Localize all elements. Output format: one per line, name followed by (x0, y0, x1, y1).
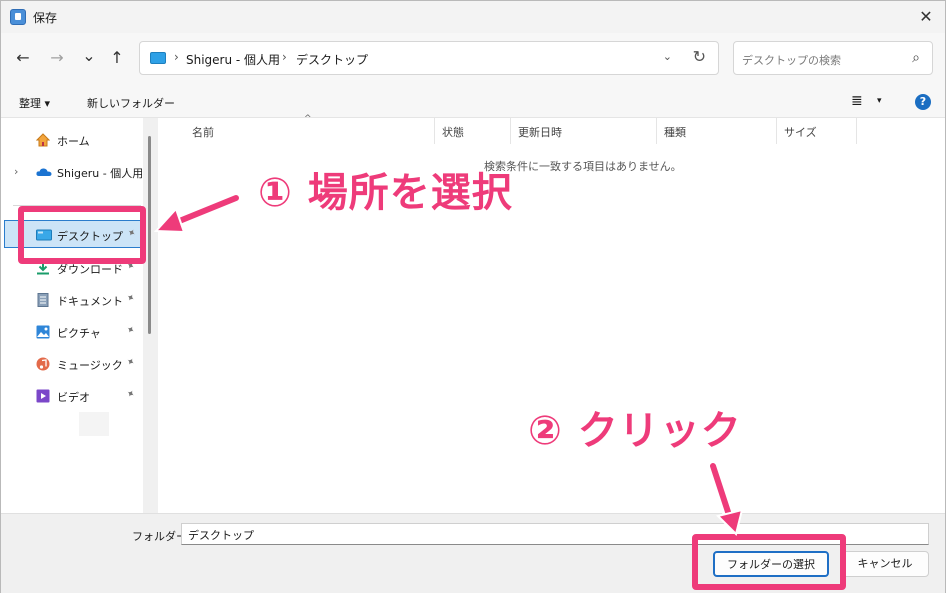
back-arrow-icon[interactable]: ← (13, 47, 33, 69)
address-bar[interactable]: › Shigeru - 個人用 › デスクトップ ⌄ ↻ (139, 41, 719, 75)
sidebar-item-label: ホーム (57, 135, 90, 148)
command-bar: 整理 ▾ 新しいフォルダー ≣ ▾ ? (1, 85, 945, 118)
view-options-icon[interactable]: ≣ (851, 93, 863, 109)
sidebar-item-documents[interactable]: ドキュメント ✦ (1, 286, 143, 314)
music-icon (36, 357, 50, 371)
document-icon (36, 293, 50, 307)
pictures-icon (36, 325, 50, 339)
column-divider[interactable] (510, 118, 511, 144)
sidebar-item-label: ミュージック (57, 359, 123, 372)
sidebar-item-home[interactable]: ホーム (1, 126, 143, 154)
sidebar-item-onedrive[interactable]: › Shigeru - 個人用 (1, 158, 143, 186)
breadcrumb-item-onedrive[interactable]: Shigeru - 個人用 (186, 51, 280, 68)
highlight-box-desktop (18, 206, 146, 264)
save-dialog: 保存 ✕ ← → ⌄ ↑ › Shigeru - 個人用 › デスクトップ ⌄ … (0, 0, 946, 593)
home-icon (35, 133, 51, 147)
column-header-status[interactable]: 状態 (442, 124, 464, 140)
search-icon[interactable]: ⌕ (912, 50, 920, 66)
empty-folder-message: 検索条件に一致する項目はありません。 (484, 160, 682, 173)
view-dropdown-icon[interactable]: ▾ (877, 96, 882, 106)
recent-locations-chevron-icon[interactable]: ⌄ (79, 45, 99, 67)
sidebar-scrollbar[interactable] (143, 118, 158, 513)
cloud-icon (36, 165, 52, 179)
expand-chevron-icon[interactable]: › (14, 165, 18, 178)
app-icon (10, 9, 26, 25)
search-box[interactable]: デスクトップの検索 ⌕ (733, 41, 933, 75)
pin-icon: ✦ (123, 291, 137, 306)
column-header-modified[interactable]: 更新日時 (518, 124, 562, 140)
scrollbar-thumb[interactable] (148, 136, 151, 334)
title-bar: 保存 ✕ (1, 1, 945, 33)
sidebar-item-label: ドキュメント (57, 295, 123, 308)
column-header-name[interactable]: 名前 (192, 124, 214, 140)
location-icon (150, 52, 166, 64)
column-divider[interactable] (656, 118, 657, 144)
navigation-pane: ホーム › Shigeru - 個人用 デスクトップ ✦ ダウンロード ✦ ドキ… (1, 118, 158, 513)
pin-icon: ✦ (123, 355, 137, 370)
sidebar-item-label: ピクチャ (57, 327, 101, 340)
breadcrumb-separator-icon[interactable]: › (282, 50, 287, 64)
video-icon (36, 389, 50, 403)
cancel-button[interactable]: キャンセル (841, 551, 929, 577)
column-header-type[interactable]: 種類 (664, 124, 686, 140)
search-input[interactable]: デスクトップの検索 (742, 52, 841, 68)
up-arrow-icon[interactable]: ↑ (107, 47, 127, 69)
new-folder-button[interactable]: 新しいフォルダー (87, 95, 175, 111)
highlight-box-select-button (692, 534, 846, 590)
column-divider[interactable] (856, 118, 857, 144)
sidebar-item-pictures[interactable]: ピクチャ ✦ (1, 318, 143, 346)
column-divider[interactable] (776, 118, 777, 144)
sort-ascending-icon: ^ (304, 114, 312, 124)
pin-icon: ✦ (123, 323, 137, 338)
sidebar-item-videos[interactable]: ビデオ ✦ (1, 382, 143, 410)
empty-area (79, 412, 109, 436)
window-title: 保存 (33, 11, 58, 25)
organize-menu-button[interactable]: 整理 ▾ (19, 95, 50, 111)
breadcrumb-item-desktop[interactable]: デスクトップ (296, 51, 368, 68)
annotation-step2-text: ② クリック (528, 408, 742, 454)
help-icon[interactable]: ? (915, 94, 931, 110)
pin-icon: ✦ (123, 387, 137, 402)
close-button[interactable]: ✕ (915, 6, 937, 28)
sidebar-item-label: Shigeru - 個人用 (57, 167, 144, 180)
forward-arrow-icon[interactable]: → (47, 47, 67, 69)
breadcrumb-separator-icon[interactable]: › (174, 50, 179, 64)
sidebar-item-music[interactable]: ミュージック ✦ (1, 350, 143, 378)
column-header-size[interactable]: サイズ (784, 124, 817, 140)
navigation-bar: ← → ⌄ ↑ › Shigeru - 個人用 › デスクトップ ⌄ ↻ デスク… (1, 33, 945, 85)
address-dropdown-icon[interactable]: ⌄ (663, 50, 672, 63)
sidebar-item-label: ビデオ (57, 391, 90, 404)
annotation-step1-text: ① 場所を選択 (258, 170, 513, 216)
column-divider[interactable] (434, 118, 435, 144)
refresh-icon[interactable]: ↻ (693, 47, 706, 66)
